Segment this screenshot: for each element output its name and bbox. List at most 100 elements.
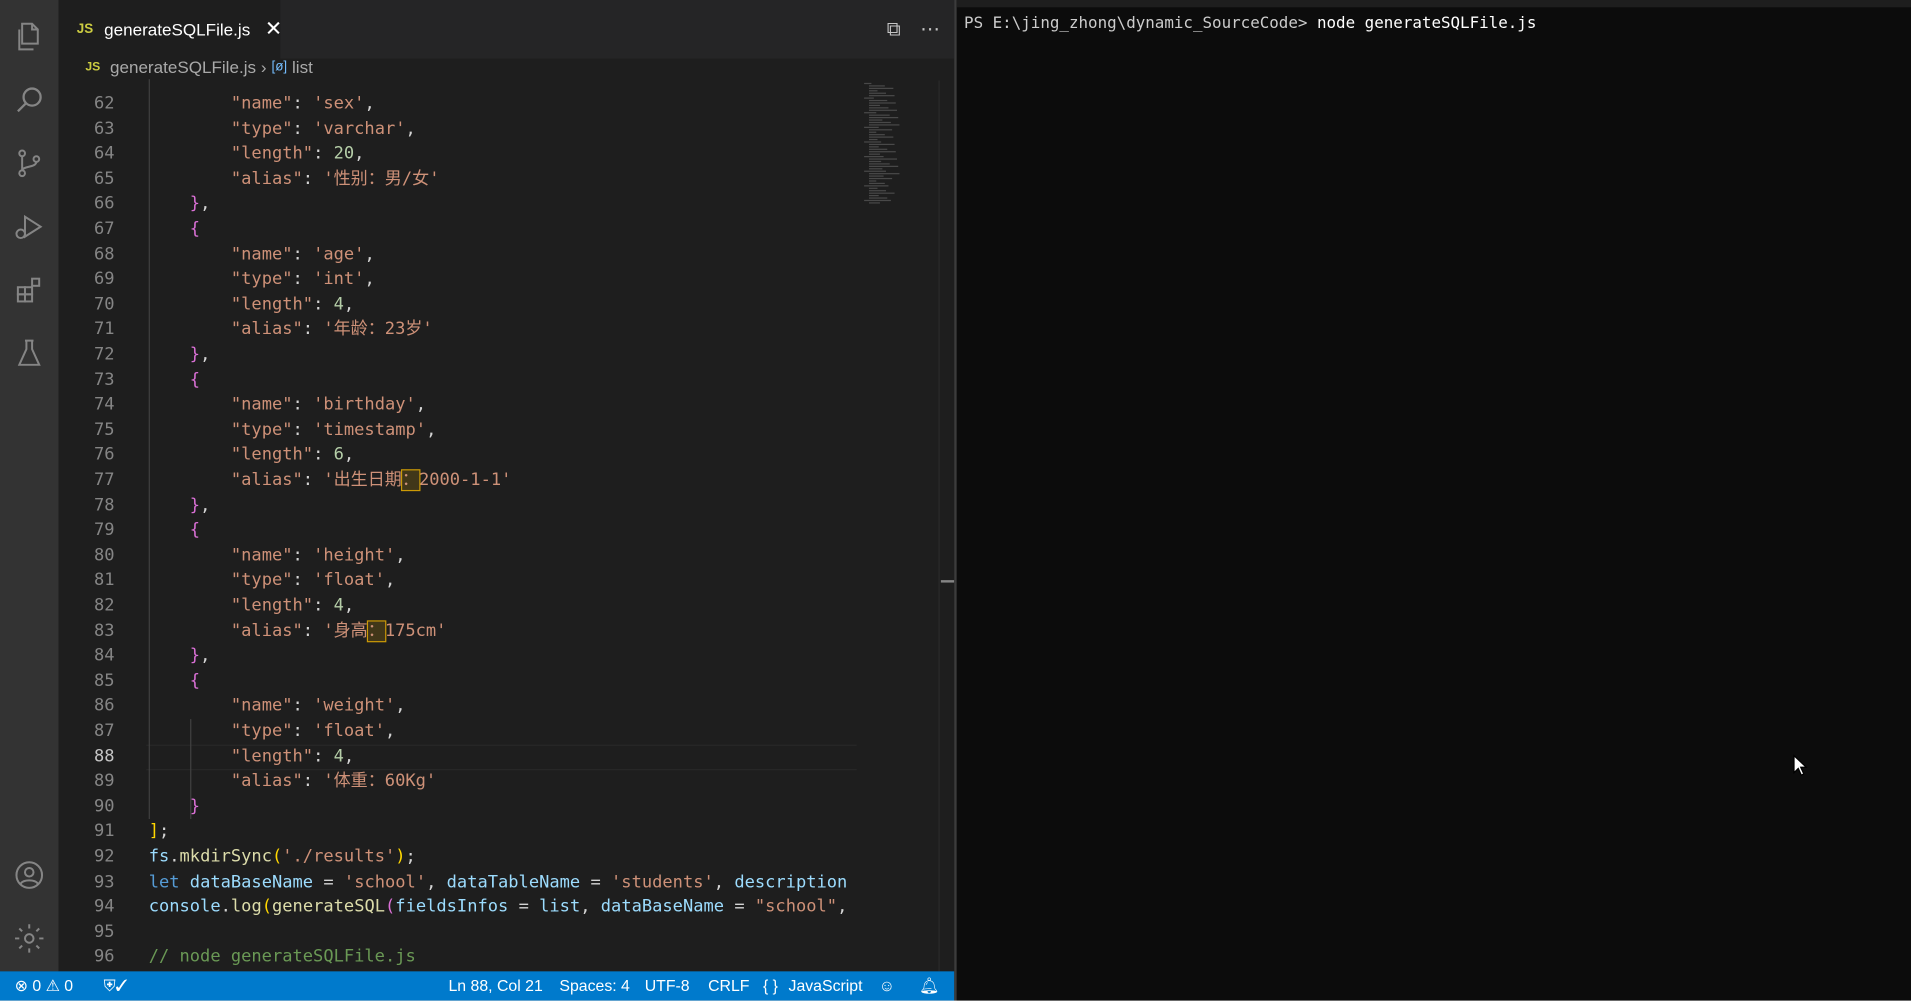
code-text: "length": 4,	[230, 595, 355, 616]
code-text: "type": 'float',	[230, 721, 396, 742]
error-icon: ⊗	[14, 976, 28, 995]
code-line[interactable]: 90 }	[59, 794, 857, 819]
code-line[interactable]: 80 "name": 'height',	[59, 543, 857, 568]
error-count: 0	[32, 976, 42, 995]
code-line[interactable]: 66 },	[59, 192, 857, 217]
line-ending[interactable]: CRLF	[708, 971, 749, 1000]
line-number: 64	[94, 144, 115, 164]
code-line[interactable]: 93 let dataBaseName = 'school', dataTable…	[59, 870, 868, 895]
code-line[interactable]: 87 "type": 'float',	[59, 719, 857, 744]
line-number: 68	[94, 244, 115, 264]
minimap-line	[868, 117, 899, 119]
encoding[interactable]: UTF-8	[645, 971, 690, 1000]
minimap-line	[868, 195, 879, 197]
breadcrumb-symbol[interactable]: list	[292, 57, 313, 77]
minimap-line	[868, 107, 889, 109]
breadcrumb-file[interactable]: generateSQLFile.js	[110, 57, 256, 77]
notifications-bell-icon[interactable]: 🔔︎	[919, 971, 939, 1000]
code-line[interactable]: 67 {	[59, 217, 857, 242]
line-number: 67	[94, 219, 115, 239]
explorer-icon[interactable]	[5, 12, 54, 61]
line-number: 74	[94, 395, 115, 415]
code-line[interactable]: 82 "length": 4,	[59, 594, 857, 619]
minimap-line	[868, 192, 895, 194]
code-line[interactable]: 71 "alias": '年龄：23岁'	[59, 317, 857, 342]
code-text: "alias": '年龄：23岁'	[230, 319, 433, 340]
code-line[interactable]: 73 {	[59, 368, 857, 393]
line-number: 65	[94, 169, 115, 189]
code-line[interactable]: 76 "length": 6,	[59, 443, 857, 468]
code-line[interactable]: 78 },	[59, 493, 857, 518]
code-line[interactable]: 75 "type": 'timestamp',	[59, 418, 857, 443]
code-line[interactable]: 63 "type": 'varchar',	[59, 117, 857, 142]
problems-indicator[interactable]: ⊗ 0 ⚠ 0	[15, 971, 73, 1000]
code-line[interactable]: 85 {	[59, 669, 857, 694]
code-line[interactable]: 70 "length": 4,	[59, 292, 857, 317]
line-number: 71	[94, 319, 115, 340]
minimap-line	[864, 170, 887, 172]
minimap-line	[868, 165, 899, 167]
account-icon[interactable]	[5, 851, 54, 900]
code-line[interactable]: 96 // node generateSQLFile.js	[59, 945, 857, 970]
code-text: "name": 'weight',	[230, 696, 406, 716]
code-line[interactable]: 89 "alias": '体重：60Kg'	[59, 769, 857, 794]
source-control-icon[interactable]	[5, 139, 54, 188]
terminal-pane[interactable]: PS E:\jing_zhong\dynamic_SourceCode> nod…	[956, 0, 1911, 1001]
more-actions-icon[interactable]: ⋯	[920, 17, 940, 41]
code-line[interactable]: 68 "name": 'age',	[59, 242, 857, 267]
editor-actions: ⧉ ⋯	[887, 17, 940, 41]
code-text: "name": 'sex',	[230, 93, 375, 114]
tab-generatesqlfile[interactable]: JS generateSQLFile.js ✕	[58, 0, 282, 59]
feedback-icon[interactable]: ☺	[879, 971, 895, 1000]
code-line[interactable]: 86 "name": 'weight',	[59, 694, 857, 719]
minimap[interactable]	[856, 80, 939, 972]
vertical-scrollbar[interactable]	[938, 80, 955, 972]
code-line[interactable]: 64 "length": 20,	[59, 142, 857, 167]
code-text: "length": 4,	[230, 294, 355, 315]
scrollbar-thumb[interactable]	[940, 580, 955, 583]
code-line[interactable]: 79 {	[59, 518, 857, 543]
code-line[interactable]: 69 "type": 'int',	[59, 267, 857, 292]
minimap-line	[868, 168, 883, 170]
settings-gear-icon[interactable]	[5, 914, 54, 963]
code-line[interactable]: 72 },	[59, 342, 857, 367]
minimap-line	[868, 114, 890, 116]
split-editor-icon[interactable]: ⧉	[887, 17, 901, 41]
terminal-top-bar	[956, 0, 1911, 8]
code-line[interactable]: 88 "length": 4,	[59, 744, 857, 770]
language-mode[interactable]: JavaScript	[789, 971, 863, 1000]
cursor-position[interactable]: Ln 88, Col 21	[449, 971, 543, 1000]
minimap-line	[868, 104, 880, 107]
code-line[interactable]: 65 "alias": '性别：男/女'	[59, 167, 857, 192]
minimap-line	[868, 163, 890, 165]
code-text: "alias": '性别：男/女'	[230, 169, 440, 189]
minimap-line	[868, 95, 895, 97]
line-number: 85	[94, 671, 115, 691]
line-number: 86	[94, 696, 115, 716]
testing-icon[interactable]	[5, 329, 54, 378]
code-line[interactable]: 62 "name": 'sex',	[59, 91, 857, 116]
code-line[interactable]: 84 },	[59, 644, 857, 669]
code-line[interactable]: 77 "alias": '出生日期：2000-1-1'	[59, 468, 857, 493]
minimap-line	[868, 143, 895, 146]
line-number: 95	[94, 922, 115, 942]
code-text: "length": 4,	[230, 746, 355, 767]
code-line[interactable]: 95	[59, 920, 857, 945]
search-icon[interactable]	[5, 76, 54, 125]
line-number: 89	[94, 771, 115, 792]
code-line[interactable]: 74 "name": 'birthday',	[59, 393, 857, 418]
code-line[interactable]: 91];	[59, 819, 857, 844]
extensions-icon[interactable]	[5, 266, 54, 315]
minimap-line	[868, 92, 887, 94]
close-icon[interactable]: ✕	[265, 17, 282, 41]
run-debug-icon[interactable]	[5, 202, 54, 251]
warning-icon: ⚠	[45, 976, 60, 995]
code-line[interactable]: 94 console.log(generateSQL(fieldsInfos = …	[59, 895, 868, 920]
line-number: 91	[94, 821, 115, 842]
code-line[interactable]: 83 "alias": '身高：175cm'	[59, 619, 857, 644]
code-line[interactable]: 92 fs.mkdirSync('./results');	[59, 845, 857, 870]
indentation[interactable]: Spaces: 4	[559, 971, 629, 1000]
shield-check-icon[interactable]: ⛨✓	[104, 971, 128, 1000]
code-line[interactable]: 81 "type": 'float',	[59, 568, 857, 593]
minimap-line	[868, 85, 885, 87]
